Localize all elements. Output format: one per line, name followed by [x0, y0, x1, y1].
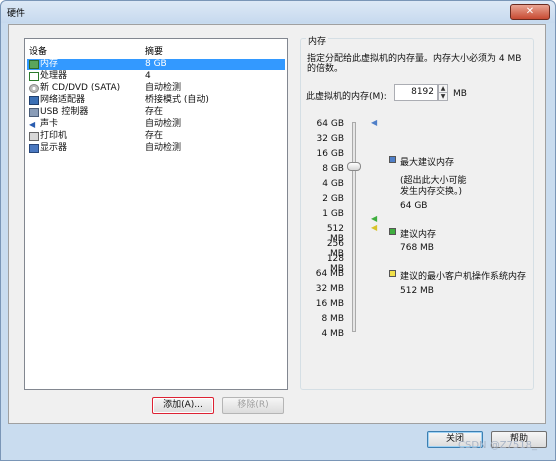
network-adapter-icon — [29, 96, 39, 105]
device-row-printer[interactable]: 打印机 存在 — [27, 131, 285, 142]
memory-description: 指定分配给此虚拟机的内存量。内存大小必须为 4 MB 的倍数。 — [307, 54, 522, 74]
add-button[interactable]: 添加(A)... — [152, 397, 214, 414]
device-summary: 自动检测 — [145, 83, 182, 93]
device-row-sound-card[interactable]: ◀ 声卡 自动检测 — [27, 119, 285, 130]
recommended-legend-title: 建议内存 — [400, 230, 437, 240]
scale-tick: 16 MB — [315, 299, 344, 309]
memory-slider-track[interactable] — [352, 122, 356, 332]
scale-tick: 32 MB — [315, 284, 344, 294]
memory-field-label: 此虚拟机的内存(M): — [306, 92, 387, 102]
max-legend-value: 64 GB — [400, 201, 428, 211]
watermark-text: CSDN @Z7518_ — [458, 440, 537, 451]
memory-group-title: 内存 — [306, 34, 329, 47]
max-legend-title: 最大建议内存 — [400, 158, 455, 168]
scale-tick: 64 GB — [316, 119, 344, 129]
display-icon — [29, 144, 39, 153]
memory-spinner[interactable]: ▲ ▼ — [438, 84, 448, 101]
min-guest-legend-value: 512 MB — [400, 286, 434, 296]
title-bar: 硬件 ✕ — [1, 1, 555, 23]
device-name: 新 CD/DVD (SATA) — [40, 83, 121, 93]
device-name: 显示器 — [40, 143, 68, 153]
scale-tick: 8 MB — [321, 314, 344, 324]
min-guest-legend-swatch — [389, 270, 396, 277]
scale-tick: 8 GB — [322, 164, 344, 174]
max-legend-swatch — [389, 156, 396, 163]
device-row-network-adapter[interactable]: 网络适配器 桥接模式 (自动) — [27, 95, 285, 106]
min-guest-legend-title: 建议的最小客户机操作系统内存 — [400, 272, 527, 282]
device-summary: 8 GB — [145, 59, 167, 69]
device-summary: 存在 — [145, 131, 164, 141]
column-header-summary[interactable]: 摘要 — [145, 44, 163, 57]
memory-icon — [29, 60, 39, 69]
device-name: USB 控制器 — [40, 107, 89, 117]
scale-tick: 32 GB — [316, 134, 344, 144]
recommended-legend-swatch — [389, 228, 396, 235]
device-summary: 自动检测 — [145, 119, 182, 129]
spin-down-icon[interactable]: ▼ — [439, 92, 447, 100]
device-row-display[interactable]: 显示器 自动检测 — [27, 143, 285, 154]
close-window-button[interactable]: ✕ — [510, 4, 550, 20]
remove-button[interactable]: 移除(R) — [222, 397, 284, 414]
scale-tick: 4 GB — [322, 179, 344, 189]
scale-tick: 1 GB — [322, 209, 344, 219]
device-row-usb-controller[interactable]: USB 控制器 存在 — [27, 107, 285, 118]
device-name: 内存 — [40, 59, 59, 69]
scale-tick: 16 GB — [316, 149, 344, 159]
device-summary: 存在 — [145, 107, 164, 117]
usb-icon — [29, 108, 39, 117]
scale-tick: 4 MB — [321, 329, 344, 339]
memory-size-input[interactable]: 8192 — [394, 84, 438, 101]
memory-slider-thumb[interactable] — [347, 162, 361, 171]
device-summary: 自动检测 — [145, 143, 182, 153]
cd-dvd-icon — [29, 84, 39, 93]
sound-card-icon: ◀ — [29, 120, 36, 129]
device-name: 声卡 — [40, 119, 59, 129]
min-guest-marker-icon: ◀ — [371, 223, 378, 232]
device-row-processor[interactable]: 处理器 4 — [27, 71, 285, 82]
device-summary: 桥接模式 (自动) — [145, 95, 209, 105]
scale-tick: 64 MB — [315, 269, 344, 279]
max-legend-note: 发生内存交换。) — [400, 187, 463, 197]
printer-icon — [29, 132, 39, 141]
spin-up-icon[interactable]: ▲ — [439, 85, 447, 92]
device-row-memory[interactable]: 内存 8 GB — [27, 59, 285, 70]
device-summary: 4 — [145, 71, 151, 81]
device-name: 网络适配器 — [40, 95, 86, 105]
window-title: 硬件 — [7, 9, 26, 19]
processor-icon — [29, 72, 39, 81]
max-recommended-marker-icon: ◀ — [371, 118, 378, 127]
scale-tick: 2 GB — [322, 194, 344, 204]
device-list[interactable]: 设备 摘要 内存 8 GB 处理器 4 新 CD/DVD (SATA) 自动检测… — [24, 38, 288, 390]
device-name: 处理器 — [40, 71, 68, 81]
device-row-cd-dvd[interactable]: 新 CD/DVD (SATA) 自动检测 — [27, 83, 285, 94]
device-name: 打印机 — [40, 131, 68, 141]
recommended-legend-value: 768 MB — [400, 243, 434, 253]
recommended-marker-icon: ◀ — [371, 214, 378, 223]
column-header-device[interactable]: 设备 — [29, 44, 47, 57]
memory-unit-label: MB — [453, 89, 467, 99]
